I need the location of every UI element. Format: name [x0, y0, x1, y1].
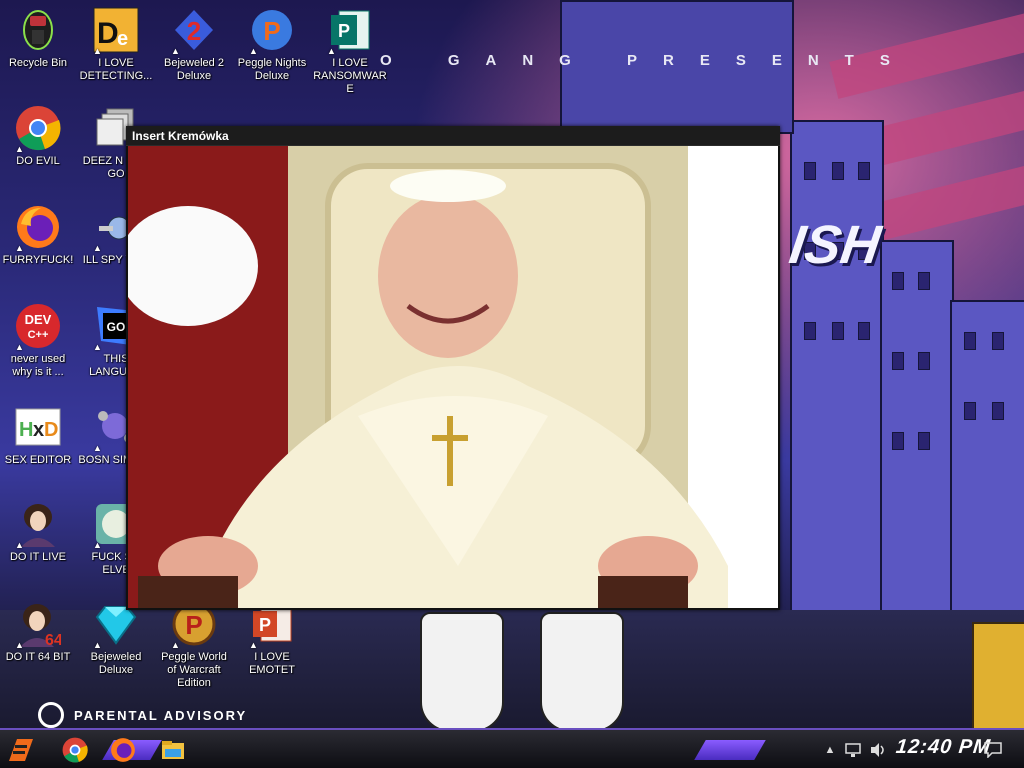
svg-text:P: P — [338, 21, 350, 41]
svg-text:C++: C++ — [28, 329, 49, 341]
svg-text:GO: GO — [107, 320, 126, 334]
svg-text:e: e — [117, 28, 128, 50]
parental-advisory-logo: PARENTAL ADVISORY — [38, 702, 278, 728]
volume-icon[interactable] — [866, 734, 890, 766]
chrome-icon: ▲ — [14, 104, 62, 154]
svg-text:DEV: DEV — [25, 312, 52, 327]
start-menu-icon — [9, 739, 33, 761]
desktop-icon-peggle-wow[interactable]: P ▲ Peggle World of Warcraft Edition — [156, 600, 232, 696]
action-center-icon[interactable] — [980, 734, 1006, 766]
portrait-icon: ▲ — [14, 500, 62, 550]
taskbar-explorer-button[interactable] — [156, 734, 190, 766]
dev-cpp-icon: DEV C++ ▲ — [14, 302, 62, 352]
portrait-64-icon: 64 ▲ — [14, 600, 62, 650]
svg-text:2: 2 — [187, 16, 201, 46]
desktop-icon-peggle-nights[interactable]: P ▲ Peggle Nights Deluxe — [234, 6, 310, 102]
chrome-icon — [62, 737, 88, 763]
publisher-icon: P ▲ — [326, 6, 374, 56]
bejeweled-2-icon: 2 ▲ — [170, 6, 218, 56]
hxd-icon: HxD — [14, 403, 62, 451]
wallpaper-stripe — [829, 0, 1024, 99]
desktop-icon-do-it-live[interactable]: ▲ DO IT LIVE — [0, 500, 76, 596]
svg-text:H: H — [19, 419, 33, 441]
window-title[interactable]: Insert Kremówka — [126, 126, 780, 146]
image-viewer-window[interactable]: Insert Kremówka — [126, 126, 780, 610]
desktop-icon-bejeweled-2[interactable]: 2 ▲ Bejeweled 2 Deluxe — [156, 6, 232, 102]
svg-text:P: P — [263, 16, 280, 46]
start-button[interactable] — [4, 734, 38, 766]
desktop-icon-do-evil[interactable]: ▲ DO EVIL — [0, 104, 76, 200]
wallpaper-character-legs — [410, 612, 640, 732]
desktop-icon-do-it-64-bit[interactable]: 64 ▲ DO IT 64 BIT — [0, 600, 76, 696]
desktop-icon-sex-editor[interactable]: HxD SEX EDITOR — [0, 403, 76, 499]
taskbar-chrome-button[interactable] — [58, 734, 92, 766]
window-image — [128, 146, 778, 608]
svg-text:x: x — [33, 419, 44, 441]
wallpaper-building — [950, 300, 1024, 624]
desktop-icon-furryfuck[interactable]: ▲ FURRYFUCK! — [0, 203, 76, 299]
wallpaper-building — [790, 120, 884, 624]
recycle-bin-icon — [14, 6, 62, 54]
peggle-nights-icon: P ▲ — [248, 6, 296, 56]
wallpaper-title-text: ISH — [785, 215, 885, 275]
tray-chevron-up-icon[interactable]: ▲ — [820, 734, 840, 766]
file-explorer-icon — [162, 741, 184, 759]
wallpaper-crate — [972, 622, 1024, 732]
network-icon[interactable] — [842, 734, 866, 766]
firefox-icon: ▲ — [14, 203, 62, 253]
desktop-icon-i-love-emotet[interactable]: P ▲ I LOVE EMOTET — [234, 600, 310, 696]
svg-text:P: P — [259, 615, 271, 635]
taskbar-firefox-button[interactable] — [106, 734, 140, 766]
desktop-icon-recycle-bin[interactable]: Recycle Bin — [0, 6, 76, 102]
desktop-icon-detect-it-easy[interactable]: De ▲ I LOVE DETECTING... — [78, 6, 154, 102]
taskbar-clock[interactable]: 12:40 PM — [895, 736, 992, 759]
taskbar-accent-bar — [694, 740, 766, 760]
detect-it-easy-icon: De ▲ — [92, 6, 140, 56]
svg-text:P: P — [185, 610, 202, 640]
firefox-icon — [111, 738, 135, 762]
svg-text:64: 64 — [45, 632, 61, 647]
wallpaper-presents-text: O GANG PRESENTS — [380, 52, 916, 69]
desktop-icon-bejeweled-deluxe[interactable]: ▲ Bejeweled Deluxe — [78, 600, 154, 696]
desktop-icon-dev-cpp[interactable]: DEV C++ ▲ never used why is it ... — [0, 302, 76, 398]
desktop: O GANG PRESENTS ISH PARENTAL ADVISORY Re… — [0, 0, 1024, 768]
pope-photo — [128, 146, 778, 608]
desktop-icon-i-love-ransomware[interactable]: P ▲ I LOVE RANSOMWARE — [312, 6, 388, 102]
wallpaper-building — [880, 240, 954, 624]
taskbar: ▲ 12:40 PM — [0, 728, 1024, 768]
svg-text:D: D — [44, 419, 58, 441]
